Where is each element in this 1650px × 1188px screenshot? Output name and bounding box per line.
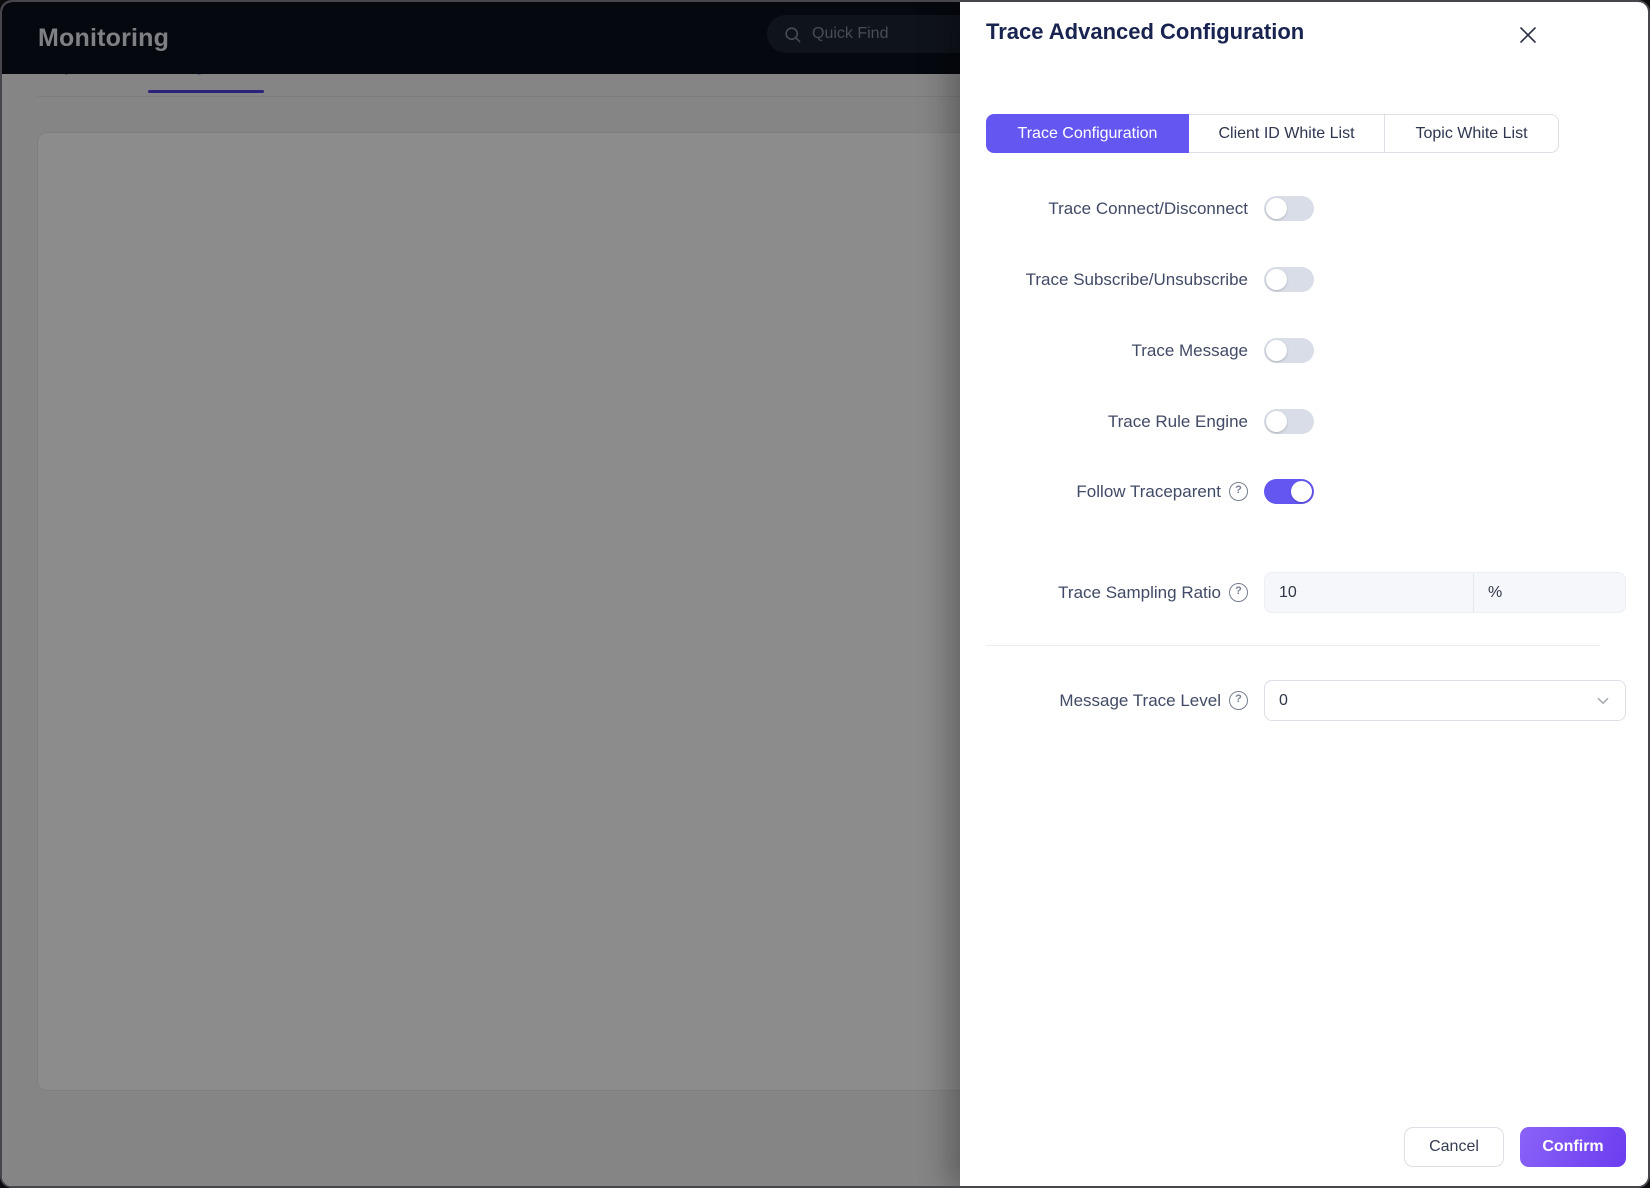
message-trace-level-value: 0 — [1279, 692, 1288, 710]
drawer-title: Trace Advanced Configuration — [986, 19, 1304, 45]
trace-rule-engine-toggle[interactable] — [1264, 409, 1314, 434]
row-trace-message: Trace Message — [986, 338, 1600, 363]
percent-unit-label: % — [1474, 573, 1625, 612]
chevron-down-icon — [1595, 693, 1611, 709]
toggle-knob — [1266, 269, 1287, 290]
confirm-button[interactable]: Confirm — [1520, 1127, 1626, 1167]
screenshot-stage: System Integration Monitoring Quick Find… — [0, 0, 1650, 1188]
drawer-tab-group: Trace Configuration Client ID White List… — [986, 114, 1559, 153]
trace-subscribe-unsubscribe-toggle[interactable] — [1264, 267, 1314, 292]
toggle-knob — [1291, 481, 1312, 502]
help-icon[interactable]: ? — [1229, 583, 1248, 602]
trace-sampling-ratio-input[interactable]: 10 — [1265, 573, 1473, 612]
row-trace-connect-disconnect: Trace Connect/Disconnect — [986, 196, 1600, 221]
follow-traceparent-toggle[interactable] — [1264, 479, 1314, 504]
trace-message-toggle[interactable] — [1264, 338, 1314, 363]
row-message-trace-level: Message Trace Level ? 0 — [986, 680, 1600, 721]
row-trace-sampling-ratio: Trace Sampling Ratio ? 10 % — [986, 572, 1600, 613]
tab-trace-configuration[interactable]: Trace Configuration — [986, 114, 1189, 153]
toggle-knob — [1266, 411, 1287, 432]
row-trace-subscribe-unsubscribe: Trace Subscribe/Unsubscribe — [986, 267, 1600, 292]
drawer-footer: Cancel Confirm — [1404, 1127, 1626, 1167]
trace-connect-disconnect-toggle[interactable] — [1264, 196, 1314, 221]
trace-sampling-ratio-group: 10 % — [1264, 572, 1626, 613]
row-follow-traceparent: Follow Traceparent ? — [986, 479, 1600, 504]
cancel-button[interactable]: Cancel — [1404, 1127, 1504, 1167]
row-trace-rule-engine: Trace Rule Engine — [986, 409, 1600, 434]
help-icon[interactable]: ? — [1229, 482, 1248, 501]
tab-topic-white-list[interactable]: Topic White List — [1385, 114, 1559, 153]
trace-advanced-configuration-drawer: Trace Advanced Configuration Trace Confi… — [960, 2, 1650, 1188]
tab-client-id-white-list[interactable]: Client ID White List — [1189, 114, 1385, 153]
close-icon[interactable] — [1516, 23, 1540, 47]
window-frame: System Integration Monitoring Quick Find… — [0, 0, 1650, 1188]
toggle-knob — [1266, 198, 1287, 219]
message-trace-level-select[interactable]: 0 — [1264, 680, 1626, 721]
help-icon[interactable]: ? — [1229, 691, 1248, 710]
section-divider — [986, 645, 1600, 646]
toggle-knob — [1266, 340, 1287, 361]
